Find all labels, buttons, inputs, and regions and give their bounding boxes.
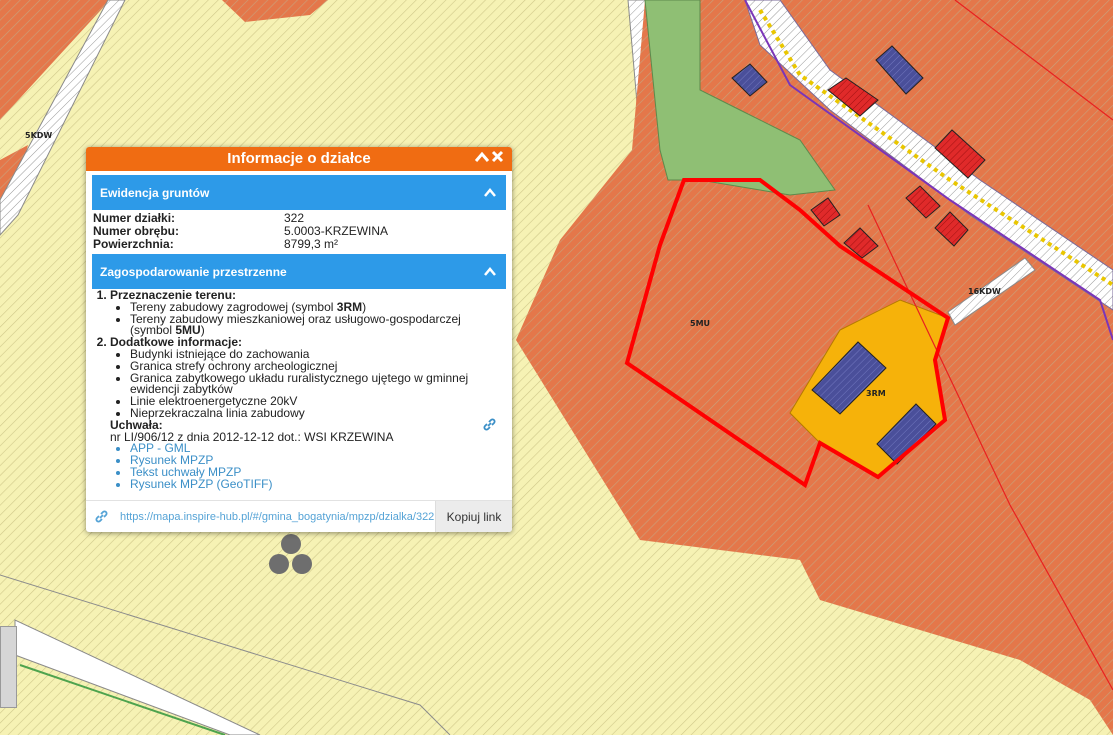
parcel-info-popup: Informacje o działce Ewidencja gruntów N… xyxy=(86,147,512,532)
section-title-zagospodarowanie: Zagospodarowanie przestrzenne xyxy=(100,264,287,279)
map-label-5mu: 5MU xyxy=(690,319,710,328)
popup-footer: https://mapa.inspire-hub.pl/#/gmina_boga… xyxy=(86,500,512,532)
chevron-up-icon[interactable] xyxy=(484,265,496,279)
copy-link-button[interactable]: Kopiuj link xyxy=(435,501,512,532)
uchwala-block: Uchwała: nr LI/906/12 z dnia 2012-12-12 … xyxy=(110,419,506,491)
popup-body: Ewidencja gruntów Numer działki: 322 Num… xyxy=(92,175,506,500)
zagospodarowanie-content: Przeznaczenie terenu: Tereny zabudowy za… xyxy=(92,289,506,491)
map-label-5kdw: 5KDW xyxy=(25,131,52,140)
list-item: Granica zabytkowego układu ruralistyczne… xyxy=(130,372,506,397)
chevron-up-icon[interactable] xyxy=(474,147,490,171)
map-label-3rm: 3RM xyxy=(866,389,886,398)
section-zagospodarowanie[interactable]: Zagospodarowanie przestrzenne xyxy=(92,254,506,289)
loading-spinner-icon xyxy=(268,533,314,577)
list-item: Przeznaczenie terenu: Tereny zabudowy za… xyxy=(110,289,506,338)
ewidencja-table: Numer działki: 322 Numer obrębu: 5.0003-… xyxy=(93,212,388,251)
map-label-16kdw: 16KDW xyxy=(968,287,1001,296)
list-item: Dodatkowe informacje: Budynki istniejące… xyxy=(110,336,506,420)
section-title-ewidencja: Ewidencja gruntów xyxy=(100,185,210,200)
link-icon xyxy=(86,510,116,523)
list-item: Tereny zabudowy mieszkaniowej oraz usług… xyxy=(130,313,506,338)
share-url[interactable]: https://mapa.inspire-hub.pl/#/gmina_boga… xyxy=(116,511,435,523)
popup-header: Informacje o działce xyxy=(86,147,512,171)
layer-thumbnail[interactable] xyxy=(0,626,17,708)
close-icon[interactable] xyxy=(491,147,504,171)
chevron-up-icon[interactable] xyxy=(484,186,496,200)
list-item: Nieprzekraczalna linia zabudowy xyxy=(130,407,506,420)
table-row: Powierzchnia: 8799,3 m² xyxy=(93,238,388,251)
row-key: Powierzchnia: xyxy=(93,237,174,251)
link-icon[interactable] xyxy=(483,418,496,434)
row-value: 8799,3 m² xyxy=(284,237,339,251)
section-ewidencja[interactable]: Ewidencja gruntów xyxy=(92,175,506,210)
link-rysunek-geotiff[interactable]: Rysunek MPZP (GeoTIFF) xyxy=(130,478,506,491)
popup-title: Informacje o działce xyxy=(227,150,371,167)
